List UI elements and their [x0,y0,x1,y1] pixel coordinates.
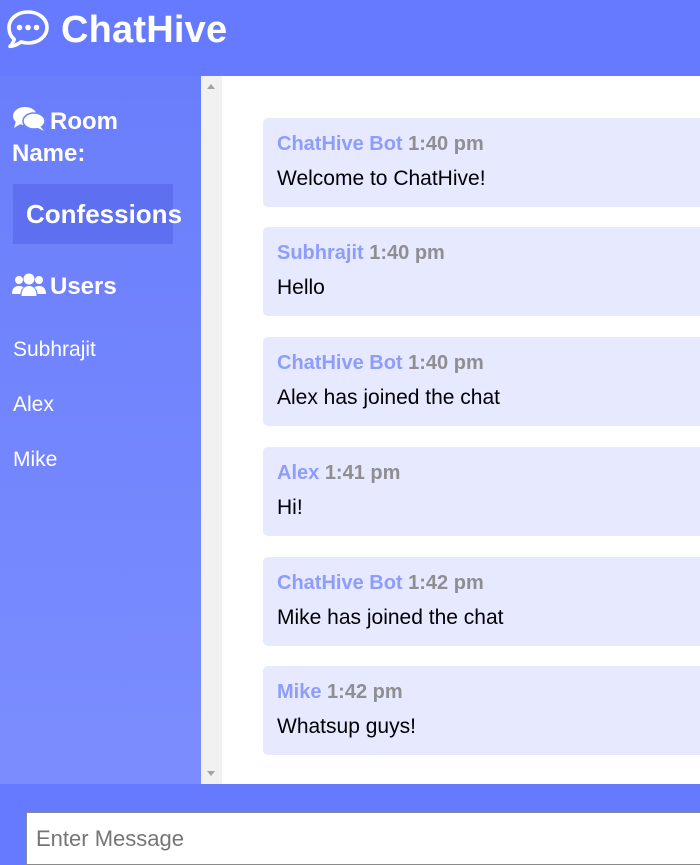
message-input[interactable] [26,812,700,865]
message-text: Mike has joined the chat [277,606,504,629]
chat-scrollbar[interactable] [201,76,222,784]
message-meta: Alex 1:41 pm [277,461,400,485]
message: Subhrajit 1:40 pm Hello [263,227,700,316]
message-text: Hi! [277,496,303,519]
comment-dots-icon [6,9,50,49]
message-username: ChatHive Bot [277,133,403,155]
message-meta: Mike 1:42 pm [277,680,403,704]
scroll-up-arrow-icon[interactable] [207,84,215,89]
user-list-item: Mike [13,448,58,471]
message-username: ChatHive Bot [277,352,403,374]
message: Mike 1:42 pm Whatsup guys! [263,666,700,755]
users-icon [12,273,46,305]
message-meta: ChatHive Bot 1:40 pm [277,351,484,375]
scroll-down-arrow-icon[interactable] [207,771,215,776]
user-list-item: Alex [13,393,54,416]
comments-icon [12,106,46,139]
room-name: Confessions [13,184,182,244]
message-time: 1:40 pm [369,242,445,264]
user-list: Subhrajit Alex Mike [13,335,96,500]
room-heading: Room Name: [12,106,192,168]
message: ChatHive Bot 1:40 pm Alex has joined the… [263,337,700,426]
message: ChatHive Bot 1:40 pm Welcome to ChatHive… [263,118,700,207]
message-meta: ChatHive Bot 1:40 pm [277,132,484,156]
users-heading-label: Users [50,273,117,300]
message-composer [0,784,700,865]
message-time: 1:40 pm [408,352,484,374]
message-username: ChatHive Bot [277,572,403,594]
app-header: ChatHive [0,0,700,76]
message-text: Alex has joined the chat [277,386,500,409]
users-heading: Users [12,272,192,305]
message-text: Hello [277,276,325,299]
sidebar: Room Name: Confessions Users Subhrajit A… [0,76,201,784]
message: Alex 1:41 pm Hi! [263,447,700,536]
chat-messages: ChatHive Bot 1:40 pm Welcome to ChatHive… [222,76,700,784]
message-text: Whatsup guys! [277,715,416,738]
app-title: ChatHive [61,9,228,51]
message-time: 1:42 pm [408,572,484,594]
message-time: 1:42 pm [327,681,403,703]
message-text: Welcome to ChatHive! [277,167,486,190]
message-meta: Subhrajit 1:40 pm [277,241,445,265]
message: ChatHive Bot 1:42 pm Mike has joined the… [263,557,700,646]
message-username: Subhrajit [277,242,364,264]
message-time: 1:41 pm [324,462,401,484]
message-username: Mike [277,681,322,703]
message-time: 1:40 pm [408,133,484,155]
message-username: Alex [277,462,320,484]
message-meta: ChatHive Bot 1:42 pm [277,571,484,595]
user-list-item: Subhrajit [13,338,96,361]
